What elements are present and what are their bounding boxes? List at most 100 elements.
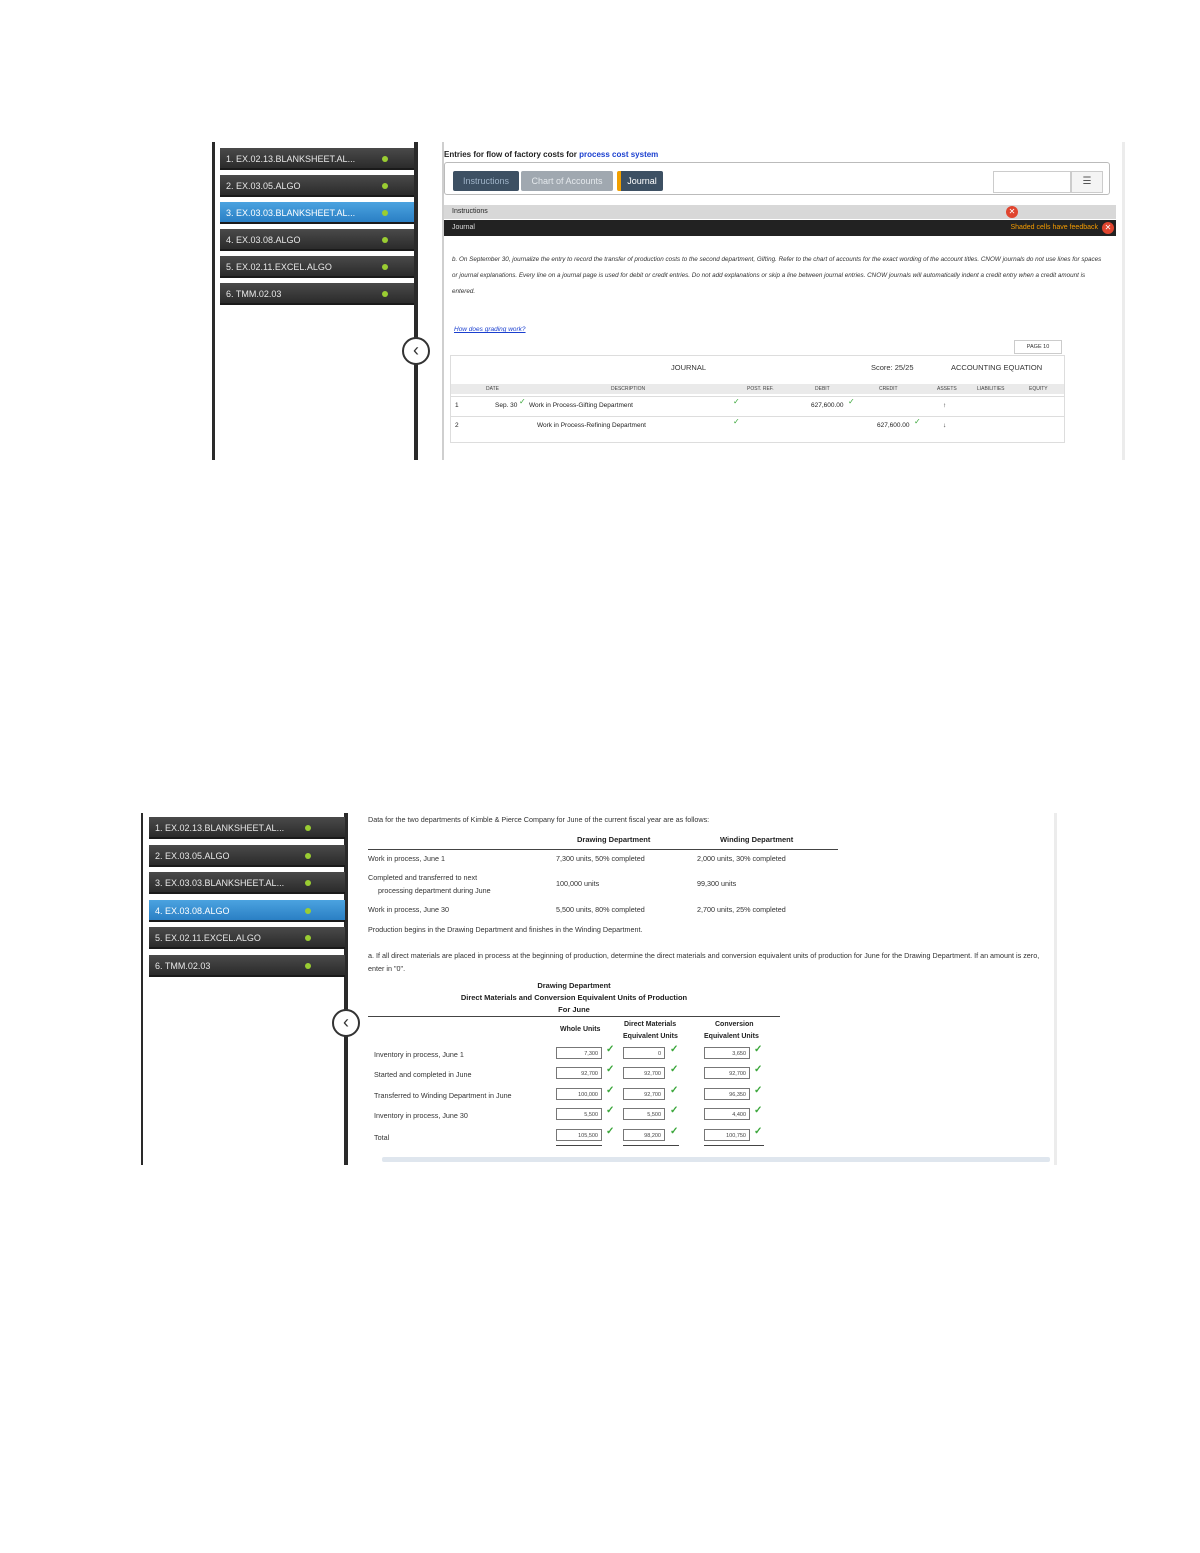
whole-units-total[interactable]: 105,500 bbox=[556, 1129, 602, 1141]
journal-row: 2 Work in Process-Refining Department ✓ … bbox=[451, 416, 1064, 435]
sidebar-item-4[interactable]: 4. EX.03.08.ALGO bbox=[220, 229, 414, 251]
grading-help-link[interactable]: How does grading work? bbox=[454, 326, 526, 333]
close-feedback-icon[interactable]: ✕ bbox=[1102, 222, 1114, 234]
col-debit: DEBIT bbox=[815, 386, 830, 392]
col-whole-units: Whole Units bbox=[560, 1026, 601, 1033]
col-liabilities: LIABILITIES bbox=[977, 386, 1005, 392]
status-dot-icon bbox=[382, 183, 388, 189]
sidebar-item-5[interactable]: 5. EX.02.11.EXCEL.ALGO bbox=[220, 256, 414, 278]
sidebar-item-1[interactable]: 1. EX.02.13.BLANKSHEET.AL... bbox=[220, 148, 414, 170]
sidebar-item-6[interactable]: 6. TMM.02.03 bbox=[149, 955, 345, 977]
report-title-2: Direct Materials and Conversion Equivale… bbox=[460, 993, 688, 1002]
frame-right-edge bbox=[1122, 142, 1125, 460]
drawing-wip-june30: 5,500 units, 80% completed bbox=[556, 905, 645, 914]
conv-eu-input[interactable]: 92,700 bbox=[704, 1067, 750, 1079]
col-credit: CREDIT bbox=[879, 386, 898, 392]
status-dot-icon bbox=[305, 963, 311, 969]
sidebar-item-label: 2. EX.03.05.ALGO bbox=[155, 851, 230, 861]
total-double-rule bbox=[556, 1145, 602, 1146]
conv-eu-input[interactable]: 96,350 bbox=[704, 1088, 750, 1100]
sidebar-item-label: 4. EX.03.08.ALGO bbox=[155, 906, 230, 916]
close-icon[interactable]: ✕ bbox=[1006, 206, 1018, 218]
collapse-sidebar-button[interactable]: ‹ bbox=[402, 337, 430, 365]
sidebar: 1. EX.02.13.BLANKSHEET.AL... 2. EX.03.05… bbox=[212, 142, 418, 460]
feedback-notice: Shaded cells have feedback bbox=[1010, 224, 1098, 231]
sidebar-item-2[interactable]: 2. EX.03.05.ALGO bbox=[220, 175, 414, 197]
sidebar-item-label: 5. EX.02.11.EXCEL.ALGO bbox=[155, 933, 261, 943]
check-icon: ✓ bbox=[733, 417, 740, 426]
sidebar-item-4[interactable]: 4. EX.03.08.ALGO bbox=[149, 900, 345, 922]
date-cell[interactable]: Sep. 30 bbox=[495, 397, 517, 415]
status-dot-icon bbox=[305, 880, 311, 886]
journal-table: JOURNAL Score: 25/25 ACCOUNTING EQUATION… bbox=[450, 355, 1065, 443]
question-text: a. If all direct materials are placed in… bbox=[368, 951, 1040, 973]
sidebar-item-label: 3. EX.03.03.BLANKSHEET.AL... bbox=[155, 878, 285, 888]
sidebar-item-5[interactable]: 5. EX.02.11.EXCEL.ALGO bbox=[149, 927, 345, 949]
assets-cell[interactable]: ↑ bbox=[943, 397, 946, 415]
process-cost-link[interactable]: process cost system bbox=[579, 150, 658, 159]
collapse-sidebar-button[interactable]: ‹ bbox=[332, 1009, 360, 1037]
check-icon: ✓ bbox=[606, 1105, 615, 1116]
check-icon: ✓ bbox=[914, 417, 921, 426]
total-double-rule bbox=[623, 1145, 679, 1146]
eu-label-total: Total bbox=[374, 1133, 390, 1142]
credit-cell[interactable]: 627,600.00 bbox=[877, 417, 910, 435]
tab-journal[interactable]: Journal bbox=[617, 171, 663, 191]
check-icon: ✓ bbox=[606, 1126, 615, 1137]
conv-eu-total[interactable]: 100,750 bbox=[704, 1129, 750, 1141]
winding-dept-header: Winding Department bbox=[720, 835, 794, 844]
frame-right-edge bbox=[1054, 813, 1057, 1165]
sidebar-divider bbox=[414, 142, 418, 460]
menu-button[interactable]: ☰ bbox=[1071, 171, 1103, 193]
dm-eu-input[interactable]: 92,700 bbox=[623, 1088, 665, 1100]
sidebar: 1. EX.02.13.BLANKSHEET.AL... 2. EX.03.05… bbox=[141, 813, 351, 1165]
conv-eu-input[interactable]: 3,650 bbox=[704, 1047, 750, 1059]
dm-eu-input[interactable]: 5,500 bbox=[623, 1108, 665, 1120]
data-label-wip-june30: Work in process, June 30 bbox=[368, 905, 449, 914]
screenshot-journal: 1. EX.02.13.BLANKSHEET.AL... 2. EX.03.05… bbox=[0, 0, 1200, 470]
check-icon: ✓ bbox=[606, 1044, 615, 1055]
status-dot-icon bbox=[382, 291, 388, 297]
status-dot-icon bbox=[382, 264, 388, 270]
sidebar-item-6[interactable]: 6. TMM.02.03 bbox=[220, 283, 414, 305]
sidebar-item-3[interactable]: 3. EX.03.03.BLANKSHEET.AL... bbox=[220, 202, 414, 224]
check-icon: ✓ bbox=[670, 1105, 679, 1116]
status-dot-icon bbox=[382, 237, 388, 243]
sidebar-item-2[interactable]: 2. EX.03.05.ALGO bbox=[149, 845, 345, 867]
col-conv-2: Equivalent Units bbox=[704, 1033, 759, 1040]
sidebar-item-3[interactable]: 3. EX.03.03.BLANKSHEET.AL... bbox=[149, 872, 345, 894]
toolbar-input[interactable] bbox=[993, 171, 1071, 193]
conv-eu-input[interactable]: 4,400 bbox=[704, 1108, 750, 1120]
col-date: DATE bbox=[486, 386, 499, 392]
whole-units-input[interactable]: 100,000 bbox=[556, 1088, 602, 1100]
whole-units-input[interactable]: 92,700 bbox=[556, 1067, 602, 1079]
check-icon: ✓ bbox=[754, 1126, 763, 1137]
sidebar-item-label: 4. EX.03.08.ALGO bbox=[226, 235, 301, 245]
eu-label-started-completed: Started and completed in June bbox=[374, 1070, 472, 1079]
check-icon: ✓ bbox=[519, 397, 526, 406]
whole-units-input[interactable]: 5,500 bbox=[556, 1108, 602, 1120]
row-number: 2 bbox=[455, 422, 459, 429]
tab-instructions[interactable]: Instructions bbox=[453, 171, 519, 191]
description-cell[interactable]: Work in Process-Refining Department bbox=[537, 417, 646, 435]
status-dot-icon bbox=[382, 210, 388, 216]
debit-cell[interactable]: 627,600.00 bbox=[811, 397, 844, 415]
eu-label-inventory-june1: Inventory in process, June 1 bbox=[374, 1050, 464, 1059]
instructions-bar-label: Instructions bbox=[452, 208, 488, 215]
eu-label-transferred: Transferred to Winding Department in Jun… bbox=[374, 1091, 512, 1100]
eu-label-inventory-june30: Inventory in process, June 30 bbox=[374, 1111, 468, 1120]
sidebar-item-1[interactable]: 1. EX.02.13.BLANKSHEET.AL... bbox=[149, 817, 345, 839]
check-icon: ✓ bbox=[606, 1085, 615, 1096]
status-dot-icon bbox=[305, 908, 311, 914]
dm-eu-total[interactable]: 98,200 bbox=[623, 1129, 665, 1141]
dm-eu-input[interactable]: 92,700 bbox=[623, 1067, 665, 1079]
winding-transferred: 99,300 units bbox=[697, 879, 737, 888]
sidebar-item-label: 5. EX.02.11.EXCEL.ALGO bbox=[226, 262, 332, 272]
whole-units-input[interactable]: 7,300 bbox=[556, 1047, 602, 1059]
dm-eu-input[interactable]: 0 bbox=[623, 1047, 665, 1059]
tab-chart-of-accounts[interactable]: Chart of Accounts bbox=[521, 171, 613, 191]
check-icon: ✓ bbox=[670, 1126, 679, 1137]
assets-cell[interactable]: ↓ bbox=[943, 417, 946, 435]
description-cell[interactable]: Work in Process-Gifting Department bbox=[529, 397, 633, 415]
horizontal-scrollbar[interactable] bbox=[382, 1157, 1050, 1162]
